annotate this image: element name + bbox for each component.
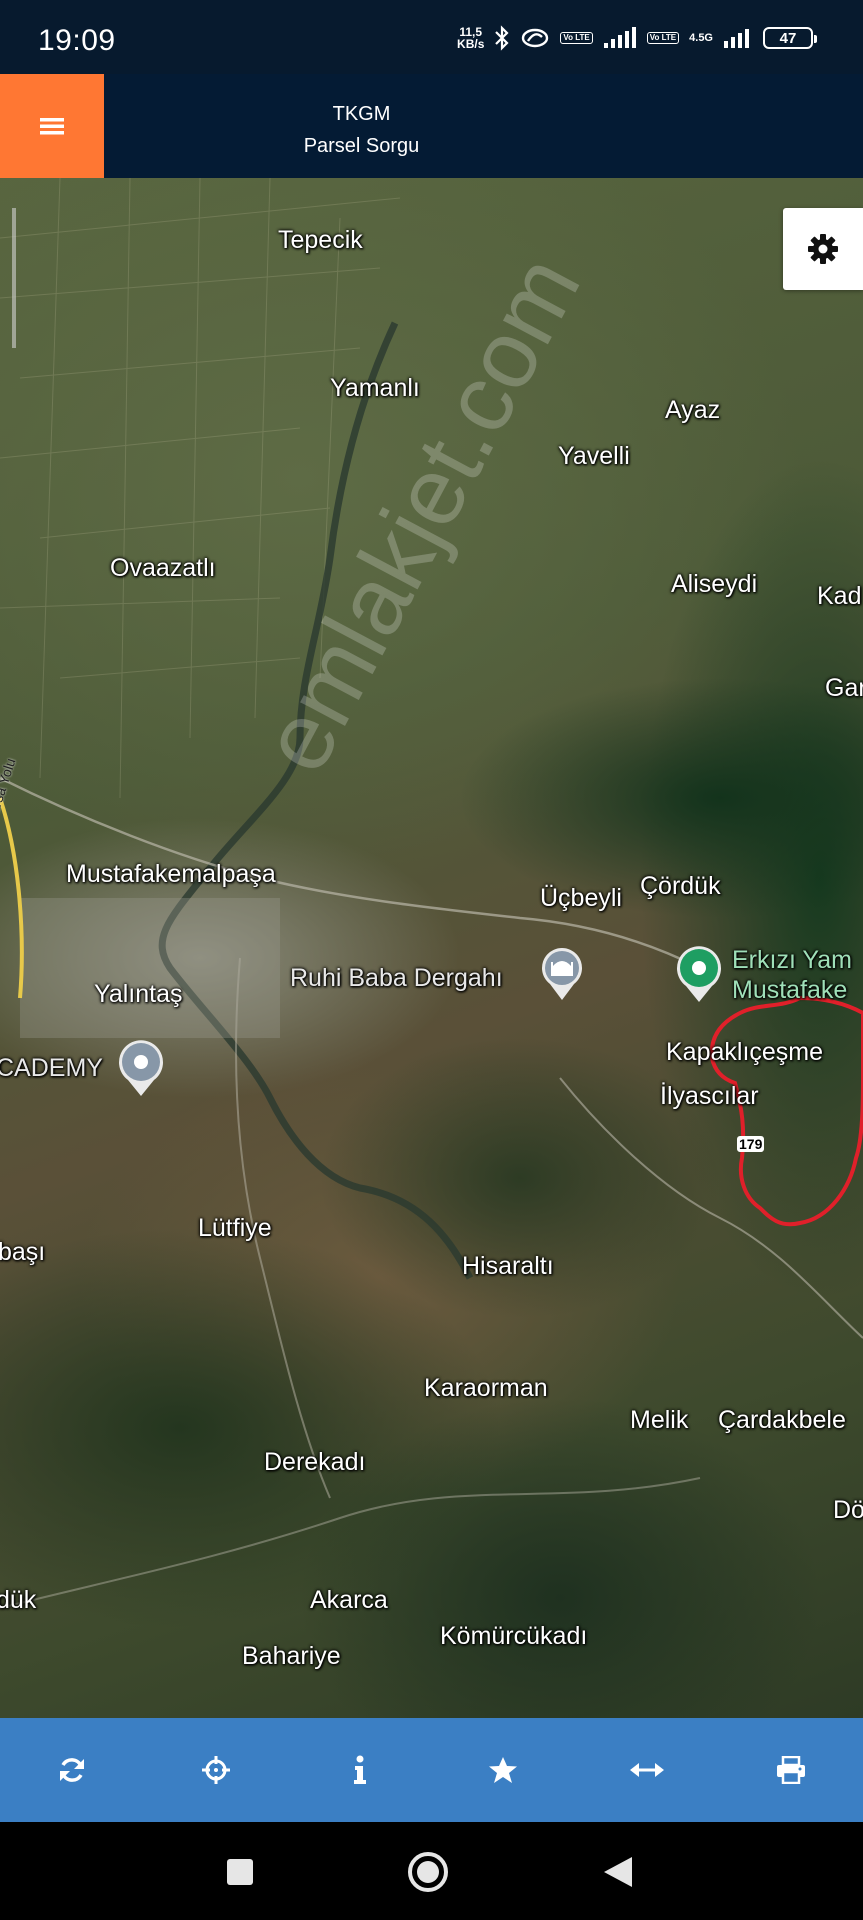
place-label: Çördük [640, 872, 721, 900]
place-label: Mustafakemalpaşa [66, 860, 276, 888]
favorites-button[interactable] [451, 1718, 555, 1822]
place-label: İlyascılar [660, 1082, 759, 1110]
place-label: Aliseydi [671, 570, 758, 598]
refresh-icon [59, 1758, 84, 1782]
road [559, 1077, 863, 1339]
place-label: Yamanlı [330, 374, 420, 402]
place-label: Lütfiye [198, 1214, 272, 1242]
place-label: Üçbeyli [540, 884, 622, 912]
place-label: Kapaklıçeşme [666, 1038, 824, 1066]
info-button[interactable] [308, 1718, 412, 1822]
place-label: Ayaz [665, 396, 721, 424]
network-speed: 11,5 KB/s [457, 25, 485, 51]
page-title: TKGM Parsel Sorgu [104, 98, 863, 162]
app-header: TKGM Parsel Sorgu [0, 74, 863, 178]
bottom-toolbar [0, 1718, 863, 1822]
place-label: dük [0, 1586, 37, 1614]
location-pin-icon[interactable] [116, 1040, 166, 1103]
highway [0, 797, 24, 999]
place-label: Tepecik [278, 226, 363, 254]
place-label: Kömürcükadı [440, 1622, 588, 1650]
place-label: başı [0, 1238, 46, 1266]
network-type: 4.5G [689, 32, 713, 44]
satellite-map[interactable]: emlakjet.com Tepecik Yamanlı Ayaz Yavell… [0, 178, 863, 1718]
place-label: Derekadı [264, 1448, 366, 1476]
place-label: Ovaazatlı [110, 554, 216, 582]
volte-badge-2: Vo LTE [646, 32, 680, 44]
title-line-2: Parsel Sorgu [303, 135, 420, 157]
print-button[interactable] [739, 1718, 843, 1822]
poi-label: Mustafake [732, 976, 848, 1004]
place-label: Melik [630, 1406, 689, 1434]
status-icons: 11,5 KB/s Vo LTE Vo LTE 4.5G 47 [457, 18, 817, 58]
route-number: 179 [737, 1136, 765, 1152]
volte-badge-1: Vo LTE [560, 32, 593, 44]
poi-label: Ruhi Baba Dergahı [290, 964, 503, 992]
signal-icon-1 [603, 27, 637, 49]
home-button[interactable] [406, 1850, 450, 1894]
star-icon [489, 1757, 518, 1783]
system-nav-bar [0, 1822, 863, 1920]
square-icon [227, 1859, 253, 1885]
print-icon [777, 1756, 806, 1784]
place-label: Karaorman [424, 1374, 548, 1402]
place-label: Bahariye [242, 1642, 341, 1670]
town-area [20, 898, 280, 1038]
battery-indicator: 47 [763, 27, 817, 49]
status-time: 19:09 [38, 24, 116, 57]
place-label: Hisaraltı [462, 1252, 554, 1280]
crosshairs-icon [201, 1756, 230, 1784]
bluetooth-icon [494, 25, 510, 51]
arrows-horizontal-icon [630, 1763, 665, 1777]
measure-button[interactable] [595, 1718, 699, 1822]
poi-label: CADEMY [0, 1054, 103, 1082]
parcel-outline [709, 995, 863, 1227]
back-triangle-icon [604, 1857, 632, 1887]
place-label: Yalıntaş [94, 980, 183, 1008]
place-label: Kad [817, 582, 862, 610]
gear-icon [808, 234, 838, 264]
place-label: Çardakbele [718, 1406, 846, 1434]
home-circle-icon [408, 1852, 448, 1892]
signal-icon-2 [723, 27, 753, 49]
place-label: Yavelli [558, 442, 630, 470]
back-button[interactable] [596, 1850, 640, 1894]
location-pin-icon[interactable] [674, 946, 724, 1009]
settings-button[interactable] [783, 208, 863, 290]
title-line-1: TKGM [332, 103, 391, 125]
place-label: Gar [825, 674, 863, 702]
mosque-pin-icon[interactable] [540, 948, 584, 1007]
recents-button[interactable] [218, 1850, 262, 1894]
status-bar: 19:09 11,5 KB/s Vo LTE Vo LTE 4.5G 47 [0, 0, 863, 74]
info-icon [353, 1755, 366, 1784]
refresh-button[interactable] [20, 1718, 124, 1822]
poi-label: Erkızı Yam [732, 946, 852, 974]
hotspot-link-icon [520, 27, 550, 49]
locate-button[interactable] [164, 1718, 268, 1822]
place-label: Akarca [310, 1586, 388, 1614]
place-label: Dö [833, 1496, 863, 1524]
